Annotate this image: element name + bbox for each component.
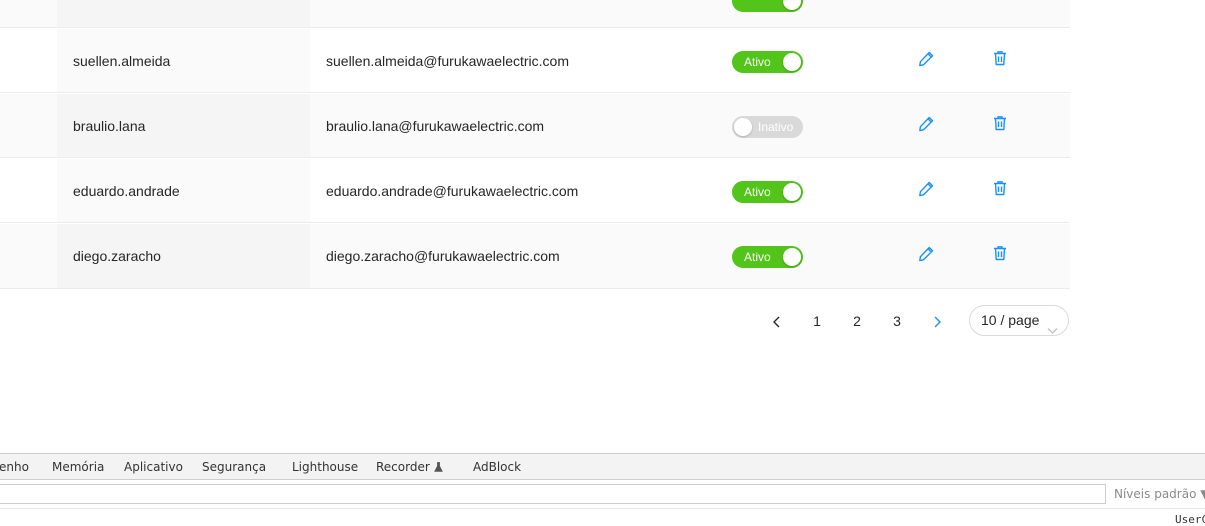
toggle-knob (783, 248, 801, 266)
tab-adblock[interactable]: AdBlock (473, 460, 521, 474)
username-cell: braulio.lana (73, 118, 146, 134)
status-toggle[interactable] (732, 0, 803, 12)
table-row-partial (0, 0, 1070, 28)
flask-icon (433, 460, 443, 474)
table-row: suellen.almeida suellen.almeida@furukawa… (0, 29, 1070, 93)
status-label: Ativo (744, 55, 771, 69)
devtools-tab-bar: enho Memória Aplicativo Segurança Lighth… (0, 453, 1205, 480)
next-page-button[interactable] (925, 305, 949, 337)
page-3-button[interactable]: 3 (885, 305, 909, 337)
tab-application[interactable]: Aplicativo (124, 460, 183, 474)
console-output: UserC (0, 508, 1205, 526)
page-size-label: 10 / page (981, 312, 1040, 328)
trash-icon[interactable] (991, 179, 1009, 197)
status-toggle[interactable]: Inativo (732, 116, 803, 138)
log-levels-dropdown[interactable]: Níveis padrão ▼ (1114, 487, 1205, 501)
status-toggle[interactable]: Ativo (732, 246, 803, 268)
trash-icon[interactable] (991, 49, 1009, 67)
trash-icon[interactable] (991, 244, 1009, 262)
tab-memory[interactable]: Memória (52, 460, 104, 474)
username-cell: suellen.almeida (73, 53, 171, 69)
log-levels-label: Níveis padrão (1114, 487, 1197, 501)
status-label: Ativo (744, 250, 771, 264)
pencil-icon[interactable] (917, 245, 935, 263)
triangle-down-icon: ▼ (1200, 487, 1205, 501)
page-2-button[interactable]: 2 (845, 305, 869, 337)
status-toggle[interactable]: Ativo (732, 181, 803, 203)
prev-page-button[interactable] (765, 305, 789, 337)
pencil-icon[interactable] (917, 180, 935, 198)
console-filter-row: Níveis padrão ▼ (0, 481, 1205, 508)
console-text-fragment: UserC (1175, 513, 1205, 526)
tab-recorder[interactable]: Recorder (376, 460, 443, 474)
pagination: 1 2 3 10 / page (0, 305, 1205, 337)
table-row: diego.zaracho diego.zaracho@furukawaelec… (0, 224, 1070, 289)
console-filter-input[interactable] (0, 484, 1106, 504)
toggle-knob (783, 183, 801, 201)
username-cell: eduardo.andrade (73, 183, 180, 199)
page-1-button[interactable]: 1 (805, 305, 829, 337)
toggle-knob (734, 118, 752, 136)
table-row: braulio.lana braulio.lana@furukawaelectr… (0, 94, 1070, 158)
tab-performance[interactable]: enho (0, 460, 29, 474)
pencil-icon[interactable] (917, 50, 935, 68)
chevron-down-icon (1047, 316, 1058, 345)
tab-security[interactable]: Segurança (202, 460, 266, 474)
status-toggle[interactable]: Ativo (732, 51, 803, 73)
email-cell: braulio.lana@furukawaelectric.com (326, 118, 545, 134)
email-cell: diego.zaracho@furukawaelectric.com (326, 248, 560, 264)
email-cell: eduardo.andrade@furukawaelectric.com (326, 183, 579, 199)
table-row: eduardo.andrade eduardo.andrade@furukawa… (0, 159, 1070, 223)
trash-icon[interactable] (991, 114, 1009, 132)
tab-recorder-label: Recorder (376, 460, 430, 474)
tab-lighthouse[interactable]: Lighthouse (292, 460, 358, 474)
username-cell: diego.zaracho (73, 248, 161, 264)
pencil-icon[interactable] (917, 115, 935, 133)
toggle-knob (783, 53, 801, 71)
status-label: Ativo (744, 185, 771, 199)
email-cell: suellen.almeida@furukawaelectric.com (326, 53, 569, 69)
status-label: Inativo (758, 120, 794, 134)
page-size-select[interactable]: 10 / page (969, 305, 1069, 336)
